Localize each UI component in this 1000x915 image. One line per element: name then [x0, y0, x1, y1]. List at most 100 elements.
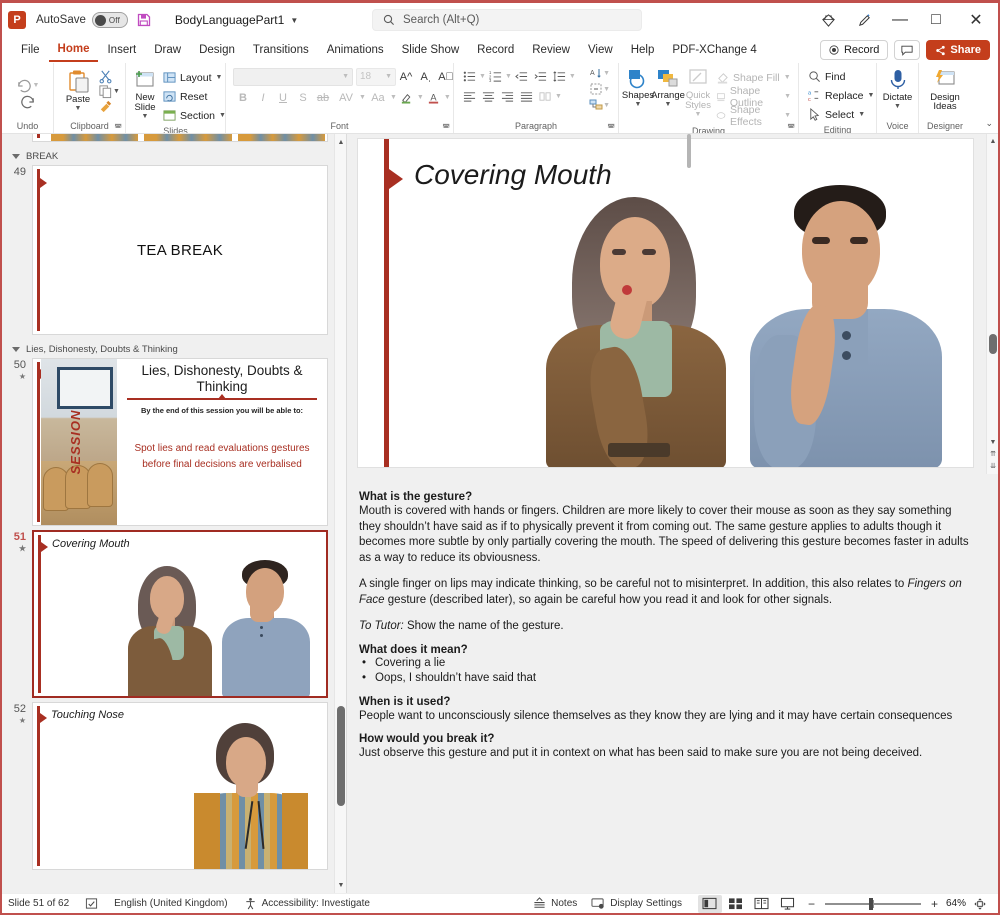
slides-scroll-thumb[interactable]	[337, 706, 345, 806]
font-name-input[interactable]: ▼	[233, 67, 353, 86]
document-title-chevron-down-icon[interactable]: ▼	[290, 16, 298, 25]
copy-button[interactable]: ▼	[98, 84, 120, 99]
close-button[interactable]: ✕	[954, 3, 998, 37]
collapse-ribbon-button[interactable]: ⌄	[985, 118, 993, 129]
font-size-input[interactable]: 18 ▼	[356, 67, 396, 86]
section-button[interactable]: Section ▼	[160, 106, 229, 125]
tab-help[interactable]: Help	[622, 38, 664, 62]
tab-review[interactable]: Review	[523, 38, 579, 62]
convert-to-smartart-button[interactable]: ▼	[589, 98, 610, 112]
line-spacing-button[interactable]	[550, 67, 569, 85]
accessibility-status[interactable]: Accessibility: Investigate	[244, 897, 370, 910]
minimize-button[interactable]: —	[882, 3, 918, 37]
find-button[interactable]: Find	[805, 67, 848, 86]
align-text-button[interactable]: ▼	[589, 82, 610, 96]
dictate-button[interactable]: Dictate ▼	[881, 67, 914, 111]
layout-button[interactable]: Layout ▼	[160, 68, 229, 87]
slide-counter[interactable]: Slide 51 of 62	[8, 898, 69, 909]
text-shadow-button[interactable]: S	[293, 88, 313, 107]
font-color-button[interactable]: A	[424, 88, 444, 107]
thumbnail-slide-52[interactable]: 52 ★ Touching Nose	[2, 702, 334, 874]
undo-button[interactable]: ▼	[16, 79, 39, 93]
display-settings-button[interactable]: Display Settings	[591, 897, 682, 910]
maximize-button[interactable]: □	[918, 3, 954, 37]
section-header-lies[interactable]: Lies, Dishonesty, Doubts & Thinking	[2, 339, 334, 358]
shape-effects-button[interactable]: Shape Effects ▼	[713, 104, 794, 128]
font-name-chevron-down-icon[interactable]: ▼	[342, 73, 349, 80]
autosave-toggle[interactable]: Off	[91, 12, 128, 28]
copy-chevron-down-icon[interactable]: ▼	[113, 88, 120, 95]
notes-pane[interactable]: What is the gesture? Mouth is covered wi…	[347, 134, 998, 893]
align-text-chevron-down-icon[interactable]: ▼	[603, 86, 610, 93]
replace-button[interactable]: ac Replace ▼	[805, 86, 877, 105]
search-input[interactable]: Search (Alt+Q)	[372, 9, 642, 31]
record-button[interactable]: Record	[819, 40, 889, 60]
shape-fill-chevron-down-icon[interactable]: ▼	[784, 74, 791, 81]
section-chevron-down-icon[interactable]: ▼	[219, 112, 226, 119]
reset-button[interactable]: Reset	[160, 87, 229, 106]
pen-icon[interactable]	[846, 3, 882, 37]
tab-draw[interactable]: Draw	[145, 38, 190, 62]
thumbnail-slide-50[interactable]: 50 ★ SESSION Lies, Dishonesty, Doubts & …	[2, 358, 334, 530]
view-slide-sorter-button[interactable]	[724, 895, 748, 913]
select-button[interactable]: Select ▼	[805, 105, 868, 124]
columns-chevron-down-icon[interactable]: ▼	[555, 93, 562, 100]
text-highlight-color-button[interactable]	[397, 88, 417, 107]
thumbnail-slide-49[interactable]: 49 TEA BREAK	[2, 165, 334, 339]
text-direction-chevron-down-icon[interactable]: ▼	[603, 70, 610, 77]
tab-home[interactable]: Home	[48, 38, 99, 62]
fit-slide-to-window-button[interactable]	[968, 895, 992, 913]
clear-formatting-button[interactable]: A⃠	[436, 67, 456, 86]
paste-chevron-down-icon[interactable]: ▼	[75, 105, 82, 112]
zoom-slider[interactable]	[824, 897, 921, 910]
shapes-button[interactable]: Shapes ▼	[622, 67, 654, 109]
section-collapse-icon[interactable]	[12, 347, 20, 352]
dictate-chevron-down-icon[interactable]: ▼	[894, 103, 901, 110]
quick-styles-button[interactable]: Quick Styles ▼	[683, 67, 713, 119]
save-icon[interactable]	[136, 12, 153, 29]
center-button[interactable]	[479, 87, 498, 105]
slide-scroll-thumb[interactable]	[989, 334, 997, 354]
tab-file[interactable]: File	[12, 38, 49, 62]
slide-scroll-up-icon[interactable]: ▲	[987, 135, 999, 147]
slides-thumbnail-panel[interactable]: BREAK 49 TEA BREAK Lies, Dishonesty, Dou…	[2, 134, 347, 893]
character-spacing-chevron-down-icon[interactable]: ▼	[359, 94, 366, 101]
redo-button[interactable]	[19, 95, 36, 109]
line-spacing-chevron-down-icon[interactable]: ▼	[569, 73, 576, 80]
font-size-chevron-down-icon[interactable]: ▼	[385, 73, 392, 80]
numbering-button[interactable]: 123	[486, 67, 505, 85]
arrange-button[interactable]: Arrange ▼	[651, 67, 685, 109]
bullets-button[interactable]	[460, 67, 479, 85]
tab-insert[interactable]: Insert	[98, 38, 145, 62]
notes-button[interactable]: Notes	[533, 897, 577, 910]
slides-panel-scrollbar[interactable]: ▲ ▼	[334, 134, 346, 893]
comments-button[interactable]	[894, 40, 921, 60]
slides-scroll-down-icon[interactable]: ▼	[335, 879, 346, 891]
new-slide-chevron-down-icon[interactable]: ▼	[142, 113, 149, 120]
slide-canvas[interactable]: Covering Mouth	[357, 138, 974, 468]
columns-button[interactable]	[536, 87, 555, 105]
numbering-chevron-down-icon[interactable]: ▼	[505, 73, 512, 80]
strikethrough-button[interactable]: ab	[313, 88, 333, 107]
paste-button[interactable]: Paste ▼	[58, 67, 98, 113]
slide-title[interactable]: Covering Mouth	[414, 159, 612, 191]
align-left-button[interactable]	[460, 87, 479, 105]
change-case-chevron-down-icon[interactable]: ▼	[390, 94, 397, 101]
align-right-button[interactable]	[498, 87, 517, 105]
slide-area-scrollbar[interactable]: ▲ ▼ ⇈ ⇊	[986, 134, 998, 474]
share-button[interactable]: Share	[926, 40, 990, 60]
layout-chevron-down-icon[interactable]: ▼	[216, 74, 223, 81]
decrease-list-level-button[interactable]	[512, 67, 531, 85]
font-dialog-launcher[interactable]: ◚	[442, 123, 450, 132]
view-slide-show-button[interactable]	[776, 895, 800, 913]
italic-button[interactable]: I	[253, 88, 273, 107]
quick-styles-chevron-down-icon[interactable]: ▼	[695, 111, 702, 118]
tab-transitions[interactable]: Transitions	[244, 38, 318, 62]
diamond-icon[interactable]	[810, 3, 846, 37]
tab-pdf-xchange[interactable]: PDF-XChange 4	[663, 38, 765, 62]
arrange-chevron-down-icon[interactable]: ▼	[665, 101, 672, 108]
bold-button[interactable]: B	[233, 88, 253, 107]
zoom-out-button[interactable]: −	[808, 897, 815, 911]
design-ideas-button[interactable]: Design Ideas	[923, 67, 967, 112]
select-chevron-down-icon[interactable]: ▼	[858, 111, 865, 118]
